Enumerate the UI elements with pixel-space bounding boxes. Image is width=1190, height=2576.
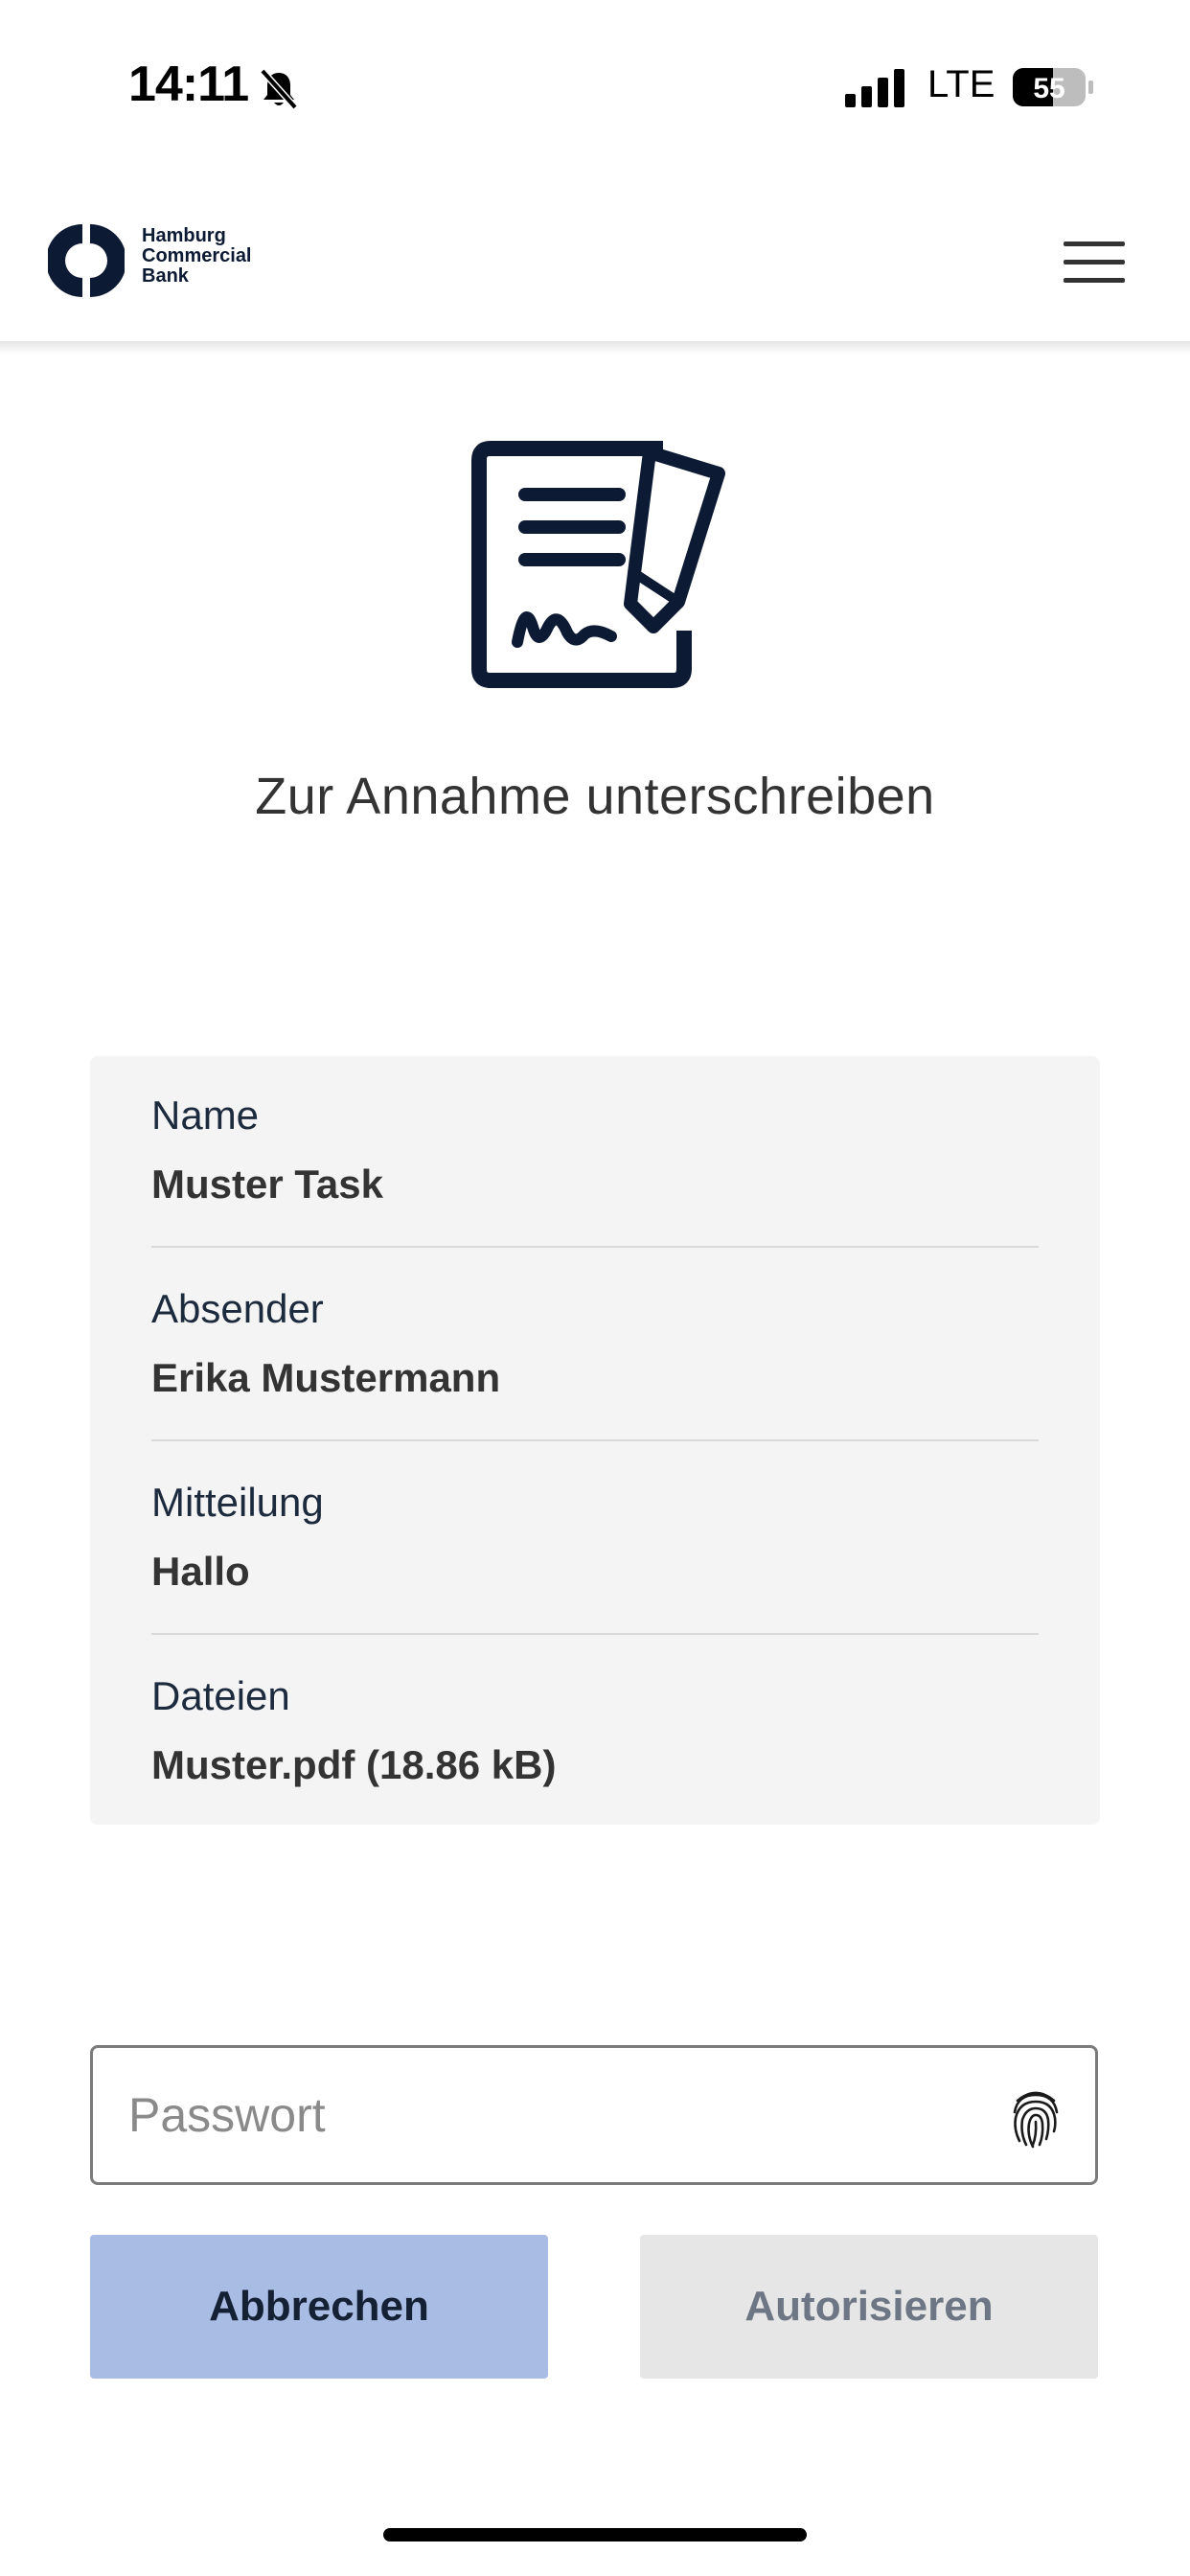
detail-value-sender: Erika Mustermann (151, 1355, 501, 1400)
status-time: 14:11 (128, 57, 249, 112)
password-placeholder: Passwort (128, 2088, 326, 2142)
cellular-signal-icon (845, 69, 904, 107)
battery-icon: 55 (1013, 68, 1093, 106)
divider (151, 1633, 1039, 1635)
svg-text:55: 55 (1033, 73, 1064, 104)
detail-label-message: Mitteilung (151, 1480, 324, 1525)
page-title: Zur Annahme unterschreiben (255, 768, 935, 825)
bank-logo-icon (48, 224, 125, 297)
authorize-button[interactable]: Autorisieren (640, 2235, 1098, 2379)
detail-label-sender: Absender (151, 1286, 324, 1331)
bank-logo-text: Hamburg Commercial Bank (142, 225, 252, 287)
header-shadow (0, 341, 1190, 355)
divider (151, 1246, 1039, 1248)
home-indicator[interactable] (383, 2528, 807, 2542)
detail-value-message: Hallo (151, 1549, 250, 1594)
divider (151, 1439, 1039, 1441)
network-type: LTE (927, 63, 995, 105)
hamburger-menu-icon[interactable] (1064, 242, 1125, 284)
detail-label-name: Name (151, 1092, 260, 1138)
detail-value-files[interactable]: Muster.pdf (18.86 kB) (151, 1742, 556, 1788)
detail-value-name: Muster Task (151, 1162, 383, 1207)
detail-label-files: Dateien (151, 1673, 290, 1718)
cancel-button[interactable]: Abbrechen (90, 2235, 548, 2379)
bell-muted-icon (260, 68, 298, 110)
document-signature-icon (471, 441, 725, 688)
fingerprint-icon[interactable] (1010, 2087, 1062, 2149)
